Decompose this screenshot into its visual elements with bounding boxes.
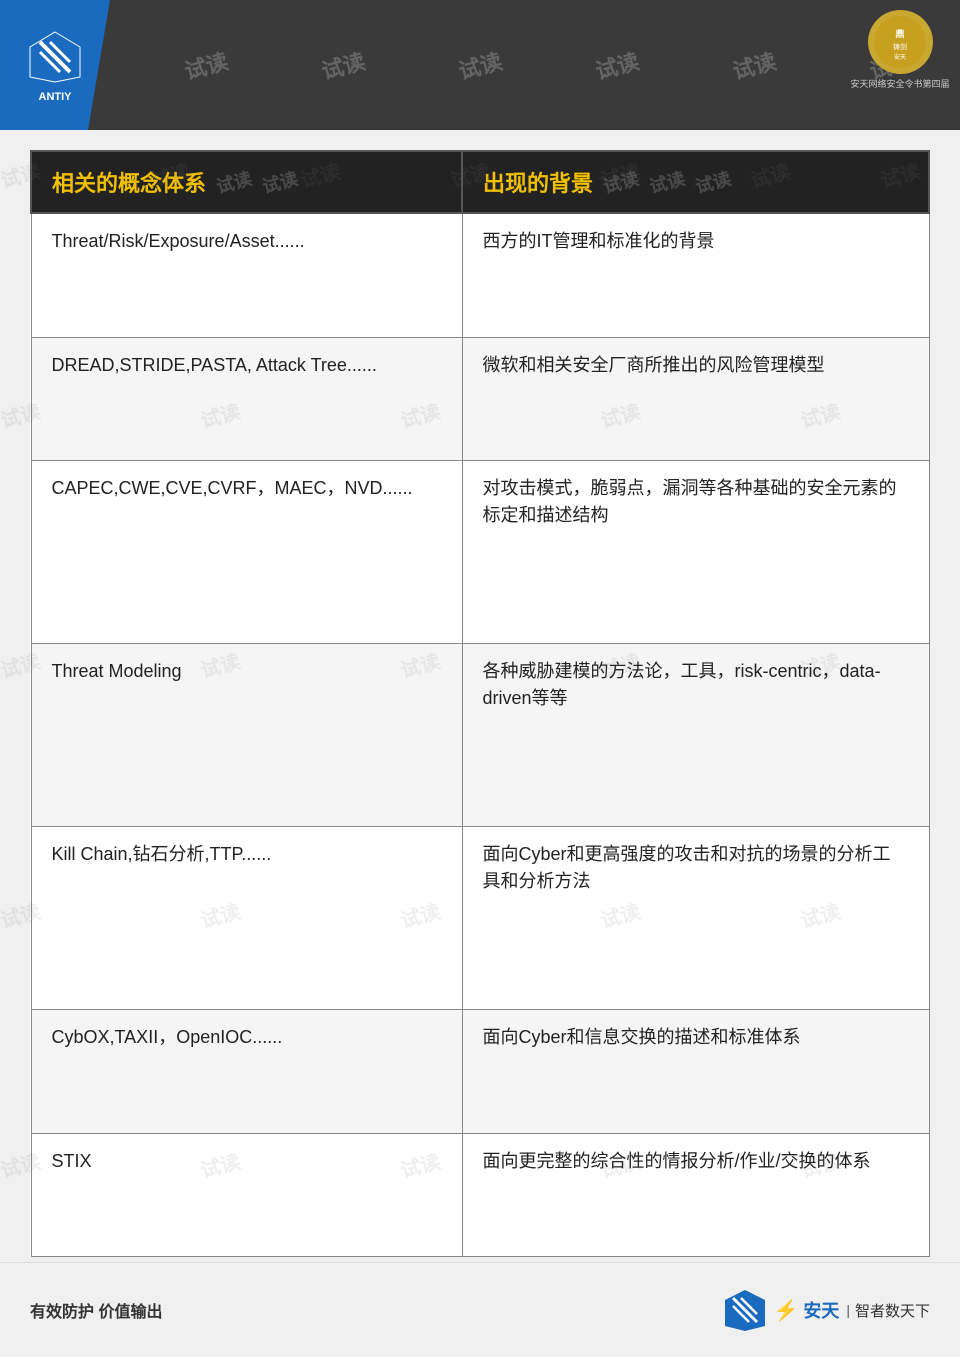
th-watermark-2: 试读	[259, 165, 301, 199]
watermark-6: 试读	[729, 44, 780, 86]
row1-col1: DREAD,STRIDE,PASTA, Attack Tree......	[31, 338, 462, 461]
footer-logo-svg	[723, 1288, 768, 1333]
header: ANTIY 试读 试读 试读 试读 试读 试读 试读 鼎 铸剑 安天 安天网络安…	[0, 0, 960, 130]
svg-text:鼎: 鼎	[895, 28, 904, 39]
right-logo-circle: 鼎 铸剑 安天	[868, 10, 933, 74]
row2-col1: CAPEC,CWE,CVE,CVRF，MAEC，NVD......	[31, 461, 462, 644]
table-row: DREAD,STRIDE,PASTA, Attack Tree...... 微软…	[31, 338, 929, 461]
row1-col2: 微软和相关安全厂商所推出的风险管理模型	[462, 338, 929, 461]
footer-logo-sub: 智者数天下	[855, 1300, 930, 1321]
table-row: CybOX,TAXII，OpenIOC...... 面向Cyber和信息交换的描…	[31, 1010, 929, 1133]
col1-header: 相关的概念体系 试读 试读	[31, 151, 462, 213]
svg-text:铸剑: 铸剑	[893, 42, 907, 51]
right-logo-svg: 鼎 铸剑 安天	[873, 15, 928, 70]
col2-header: 出现的背景 试读 试读 试读	[462, 151, 929, 213]
row0-col2: 西方的IT管理和标准化的背景	[462, 213, 929, 338]
watermark-4: 试读	[455, 44, 506, 86]
row2-col2: 对攻击模式，脆弱点，漏洞等各种基础的安全元素的标定和描述结构	[462, 461, 929, 644]
footer-logo-separator: |	[846, 1302, 850, 1318]
header-tagline: 安天网络安全令书第四届	[850, 77, 949, 90]
row0-col1: Threat/Risk/Exposure/Asset......	[31, 213, 462, 338]
row4-col1: Kill Chain,钻石分析,TTP......	[31, 827, 462, 1010]
row3-col1: Threat Modeling	[31, 644, 462, 827]
table-row: Kill Chain,钻石分析,TTP...... 面向Cyber和更高强度的攻…	[31, 827, 929, 1010]
table-row: Threat Modeling 各种威胁建模的方法论，工具，risk-centr…	[31, 644, 929, 827]
footer-slogan: 有效防护 价值输出	[30, 1298, 162, 1322]
header-logo: ANTIY	[0, 0, 110, 130]
table-row: Threat/Risk/Exposure/Asset...... 西方的IT管理…	[31, 213, 929, 338]
footer: 有效防护 价值输出 ⚡ 安天 | 智者数天下	[0, 1262, 960, 1357]
row6-col1: STIX	[31, 1133, 462, 1256]
header-watermarks: 试读 试读 试读 试读 试读 试读 试读	[0, 0, 960, 130]
table-row: CAPEC,CWE,CVE,CVRF，MAEC，NVD...... 对攻击模式，…	[31, 461, 929, 644]
footer-logo: ⚡ 安天 | 智者数天下	[723, 1288, 930, 1333]
row6-col2: 面向更完整的综合性的情报分析/作业/交换的体系	[462, 1133, 929, 1256]
footer-logo-text: ⚡	[773, 1298, 798, 1323]
watermark-2: 试读	[180, 44, 231, 86]
svg-text:安天: 安天	[893, 53, 905, 61]
th-watermark-4: 试读	[646, 165, 688, 199]
th-watermark-3: 试读	[600, 165, 642, 199]
table-body: Threat/Risk/Exposure/Asset...... 西方的IT管理…	[31, 213, 929, 1257]
row3-col2: 各种威胁建模的方法论，工具，risk-centric，data-driven等等	[462, 644, 929, 827]
row5-col1: CybOX,TAXII，OpenIOC......	[31, 1010, 462, 1133]
watermark-5: 试读	[592, 44, 643, 86]
th-watermark-1: 试读	[213, 165, 255, 199]
antiy-logo-icon	[25, 27, 85, 87]
watermark-3: 试读	[317, 44, 368, 86]
logo-text: ANTIY	[39, 91, 72, 103]
concept-table: 相关的概念体系 试读 试读 出现的背景 试读 试读 试读	[30, 150, 930, 1257]
header-right-logo: 鼎 铸剑 安天 安天网络安全令书第四届	[850, 10, 950, 90]
th-watermark-5: 试读	[692, 165, 734, 199]
table-row: STIX 面向更完整的综合性的情报分析/作业/交换的体系	[31, 1133, 929, 1256]
row4-col2: 面向Cyber和更高强度的攻击和对抗的场景的分析工具和分析方法	[462, 827, 929, 1010]
footer-logo-brand: 安天	[803, 1297, 839, 1323]
main-content: 相关的概念体系 试读 试读 出现的背景 试读 试读 试读	[30, 150, 930, 1257]
row5-col2: 面向Cyber和信息交换的描述和标准体系	[462, 1010, 929, 1133]
